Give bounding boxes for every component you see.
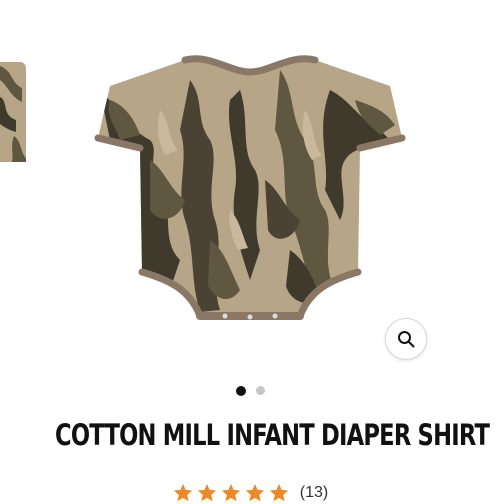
star-icon [173, 483, 192, 502]
star-icon [269, 483, 288, 502]
star-icon [245, 483, 264, 502]
star-icon [197, 483, 216, 502]
product-title: COTTON MILL INFANT DIAPER SHIRT [55, 418, 490, 452]
product-rating[interactable]: (13) [0, 482, 500, 504]
zoom-button[interactable] [385, 318, 427, 360]
gallery-dot-1[interactable] [235, 385, 246, 396]
review-count[interactable]: (13) [300, 484, 328, 502]
previous-product-image[interactable] [0, 62, 26, 162]
product-image-gallery[interactable] [0, 0, 500, 375]
gallery-pagination [0, 385, 500, 396]
magnifier-icon [398, 331, 415, 348]
product-image-onesie[interactable] [90, 50, 410, 340]
star-icon [221, 483, 240, 502]
gallery-dot-2[interactable] [255, 386, 265, 395]
